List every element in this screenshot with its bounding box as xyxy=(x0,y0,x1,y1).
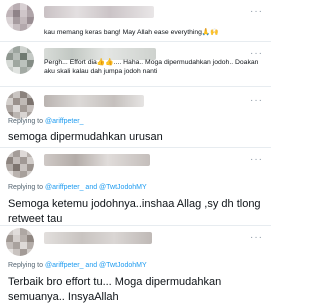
avatar[interactable] xyxy=(6,150,34,178)
avatar[interactable] xyxy=(6,3,34,31)
tweet-text: Semoga ketemu jodohnya..inshaa Allag ,sy… xyxy=(8,198,261,225)
redacted-username xyxy=(44,95,144,107)
tweet-text: kau memang keras bang! May Allah ease ev… xyxy=(44,29,219,36)
tweet-4[interactable]: ··· Replying to @ariffpeter_ and @TwtJod… xyxy=(0,148,271,225)
avatar[interactable] xyxy=(6,46,34,74)
reply-handles[interactable]: @ariffpeter_ and @TwtJodohMY xyxy=(45,184,147,191)
avatar[interactable] xyxy=(6,228,34,256)
redacted-username xyxy=(44,154,150,166)
reply-handles[interactable]: @ariffpeter_ and @TwtJodohMY xyxy=(45,262,147,269)
tweet-5[interactable]: ··· Replying to @ariffpeter_ and @TwtJod… xyxy=(0,226,271,303)
tweet-2[interactable]: ··· Pergh... Effort dia👍👍.... Haha.. Mog… xyxy=(0,42,271,84)
replying-to-label: Replying to xyxy=(8,184,44,191)
tweet-text: semoga dipermudahkan urusan xyxy=(8,131,163,143)
reply-handles[interactable]: @ariffpeter_ xyxy=(45,118,84,125)
replying-to: Replying to @ariffpeter_ xyxy=(8,118,83,125)
tweet-1[interactable]: ··· kau memang keras bang! May Allah eas… xyxy=(0,0,271,40)
avatar[interactable] xyxy=(6,91,34,119)
replying-to-label: Replying to xyxy=(8,262,44,269)
more-dots-icon[interactable]: ··· xyxy=(250,232,263,243)
tweet-3[interactable]: ··· Replying to @ariffpeter_ semoga dipe… xyxy=(0,87,271,145)
redacted-username xyxy=(44,6,154,18)
redacted-username xyxy=(44,232,152,244)
replying-to: Replying to @ariffpeter_ and @TwtJodohMY xyxy=(8,262,147,269)
replying-to: Replying to @ariffpeter_ and @TwtJodohMY xyxy=(8,184,147,191)
more-dots-icon[interactable]: ··· xyxy=(250,95,263,106)
more-dots-icon[interactable]: ··· xyxy=(250,6,263,17)
replying-to-label: Replying to xyxy=(8,118,44,125)
tweet-text: Pergh... Effort dia👍👍.... Haha.. Moga di… xyxy=(44,59,259,75)
more-dots-icon[interactable]: ··· xyxy=(250,154,263,165)
